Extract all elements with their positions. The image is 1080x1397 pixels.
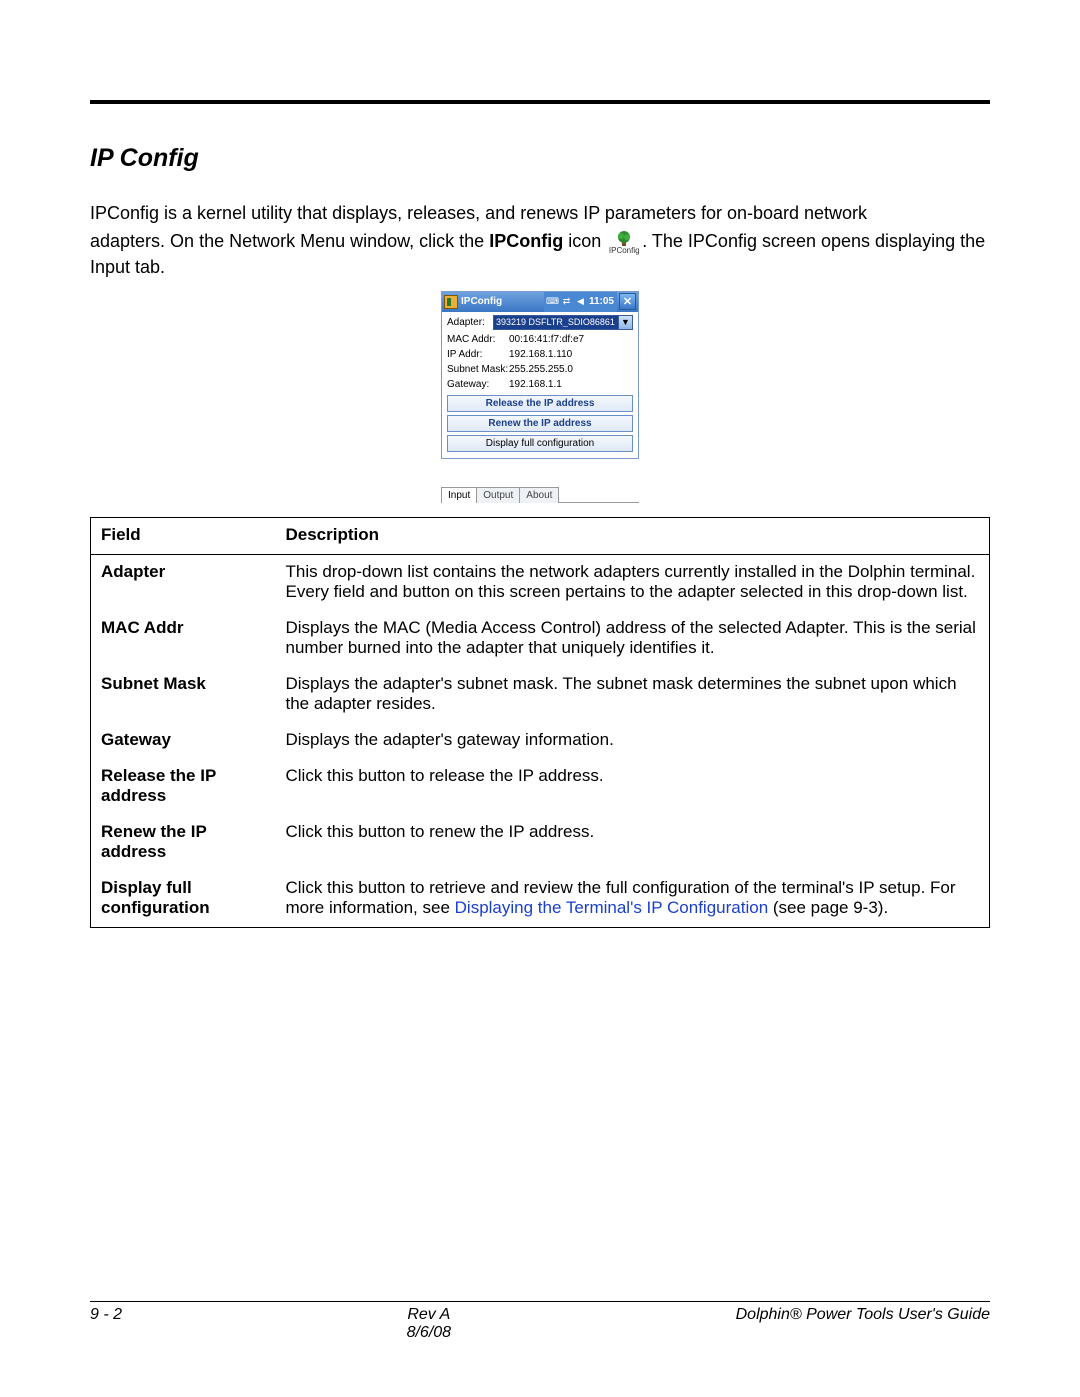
- para2-c: icon: [563, 231, 606, 251]
- renew-ip-button[interactable]: Renew the IP address: [447, 415, 633, 432]
- adapter-value: 393219 DSFLTR_SDIO86861: [494, 317, 618, 327]
- cross-reference-link[interactable]: Displaying the Terminal's IP Configurati…: [455, 898, 769, 917]
- mac-label: MAC Addr:: [447, 334, 509, 345]
- intro-para-2: adapters. On the Network Menu window, cl…: [90, 229, 990, 279]
- window-tabs: Input Output About: [441, 487, 639, 503]
- adapter-dropdown[interactable]: 393219 DSFLTR_SDIO86861 ▼: [493, 315, 633, 330]
- window-titlebar: IPConfig ⌨ ⇄ ◀ 11:05 ✕: [442, 292, 638, 312]
- cell-desc: Click this button to renew the IP addres…: [276, 815, 990, 871]
- ipconfig-icon-caption: IPConfig: [606, 247, 642, 255]
- table-row: Adapter This drop-down list contains the…: [91, 554, 990, 611]
- section-heading: IP Config: [90, 144, 990, 173]
- tab-output[interactable]: Output: [476, 487, 520, 503]
- cell-field: Subnet Mask: [91, 667, 276, 723]
- table-row: Release the IP address Click this button…: [91, 759, 990, 815]
- tab-about[interactable]: About: [519, 487, 559, 503]
- adapter-label: Adapter:: [447, 317, 493, 328]
- ip-value: 192.168.1.110: [509, 349, 572, 360]
- cell-field: Release the IP address: [91, 759, 276, 815]
- cell-desc: Click this button to retrieve and review…: [276, 871, 990, 928]
- cell-field: MAC Addr: [91, 611, 276, 667]
- footer-guide-title: Dolphin® Power Tools User's Guide: [736, 1306, 990, 1324]
- ip-row: IP Addr: 192.168.1.110: [442, 346, 638, 361]
- adapter-row: Adapter: 393219 DSFLTR_SDIO86861 ▼: [442, 312, 638, 331]
- mac-row: MAC Addr: 00:16:41:f7:df:e7: [442, 331, 638, 346]
- cell-field: Renew the IP address: [91, 815, 276, 871]
- cell-desc: This drop-down list contains the network…: [276, 554, 990, 611]
- subnet-label: Subnet Mask:: [447, 364, 509, 375]
- desc-post: (see page 9-3).: [768, 898, 888, 917]
- gateway-value: 192.168.1.1: [509, 379, 562, 390]
- cell-desc: Displays the MAC (Media Access Control) …: [276, 611, 990, 667]
- volume-icon[interactable]: ◀: [575, 296, 586, 307]
- cell-field: Display full configuration: [91, 871, 276, 928]
- para2-a: adapters. On the Network Menu window, cl…: [90, 231, 489, 251]
- table-row: Display full configuration Click this bu…: [91, 871, 990, 928]
- subnet-row: Subnet Mask: 255.255.255.0: [442, 361, 638, 376]
- window: IPConfig ⌨ ⇄ ◀ 11:05 ✕ Adapter: 393219 D…: [441, 291, 639, 459]
- footer-date: 8/6/08: [407, 1324, 451, 1341]
- table-row: Subnet Mask Displays the adapter's subne…: [91, 667, 990, 723]
- window-title: IPConfig: [461, 296, 502, 307]
- release-ip-button[interactable]: Release the IP address: [447, 395, 633, 412]
- close-button[interactable]: ✕: [619, 293, 636, 310]
- field-description-table: Field Description Adapter This drop-down…: [90, 517, 990, 928]
- cell-field: Gateway: [91, 723, 276, 759]
- ipconfig-icon: IPConfig: [606, 231, 642, 255]
- th-field: Field: [91, 517, 276, 554]
- mac-value: 00:16:41:f7:df:e7: [509, 334, 584, 345]
- th-description: Description: [276, 517, 990, 554]
- top-rule: [90, 100, 990, 104]
- table-row: Renew the IP address Click this button t…: [91, 815, 990, 871]
- page-footer: 9 - 2 Rev A 8/6/08 Dolphin® Power Tools …: [90, 1301, 990, 1342]
- display-full-config-button[interactable]: Display full configuration: [447, 435, 633, 452]
- cell-desc: Displays the adapter's gateway informati…: [276, 723, 990, 759]
- keyboard-icon[interactable]: ⌨: [547, 296, 558, 307]
- intro-para-1: IPConfig is a kernel utility that displa…: [90, 201, 990, 225]
- cell-desc: Click this button to release the IP addr…: [276, 759, 990, 815]
- app-icon: [444, 295, 458, 309]
- cell-field: Adapter: [91, 554, 276, 611]
- gateway-row: Gateway: 192.168.1.1: [442, 376, 638, 391]
- network-icon[interactable]: ⇄: [561, 296, 572, 307]
- tab-input[interactable]: Input: [441, 487, 477, 503]
- table-row: Gateway Displays the adapter's gateway i…: [91, 723, 990, 759]
- system-tray: ⌨ ⇄ ◀ 11:05: [544, 292, 617, 312]
- footer-revision: Rev A: [407, 1306, 450, 1323]
- para2-bold: IPConfig: [489, 231, 563, 251]
- ip-label: IP Addr:: [447, 349, 509, 360]
- gateway-label: Gateway:: [447, 379, 509, 390]
- table-row: MAC Addr Displays the MAC (Media Access …: [91, 611, 990, 667]
- footer-page-number: 9 - 2: [90, 1306, 122, 1324]
- subnet-value: 255.255.255.0: [509, 364, 573, 375]
- dropdown-arrow-icon: ▼: [618, 316, 632, 329]
- cell-desc: Displays the adapter's subnet mask. The …: [276, 667, 990, 723]
- clock: 11:05: [589, 296, 614, 307]
- ipconfig-window-screenshot: IPConfig ⌨ ⇄ ◀ 11:05 ✕ Adapter: 393219 D…: [441, 291, 639, 503]
